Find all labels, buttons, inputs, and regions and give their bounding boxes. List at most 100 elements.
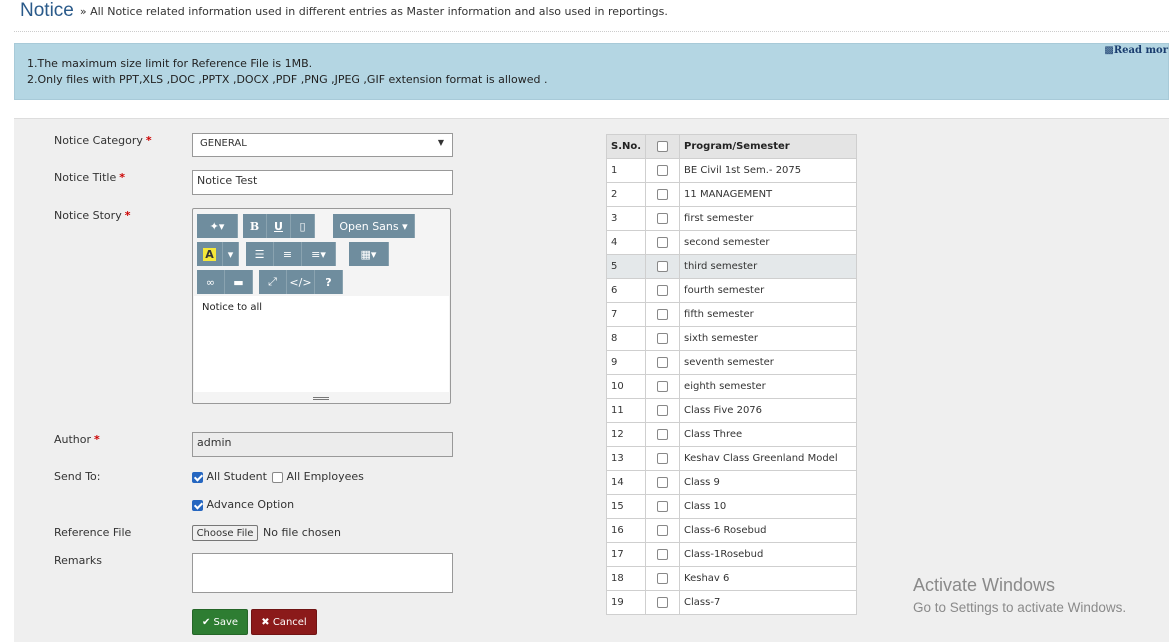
row-checkbox[interactable] [657,572,669,584]
code-view-icon[interactable]: </> [287,270,315,294]
row-checkbox[interactable] [657,380,669,392]
row-select-cell[interactable] [645,350,681,375]
table-icon[interactable]: ▦▾ [349,242,389,266]
magic-wand-icon[interactable]: ✦▾ [197,214,238,238]
row-checkbox[interactable] [657,404,669,416]
paragraph-align-icon[interactable]: ≡▾ [302,242,336,266]
row-select-cell[interactable] [645,206,681,231]
row-select-cell[interactable] [645,590,681,615]
row-select-cell[interactable] [645,542,681,567]
category-select[interactable]: GENERAL ▼ [192,133,453,157]
row-select-cell[interactable] [645,422,681,447]
table-row[interactable]: 9 seventh semester [605,350,857,375]
row-program-name: fourth semester [679,278,857,303]
table-row[interactable]: 5 third semester [605,254,857,279]
row-select-cell[interactable] [645,494,681,519]
link-icon[interactable]: ∞ [197,270,225,294]
all-student-option[interactable]: All Student [192,470,267,483]
row-sn: 6 [605,278,647,303]
text-color-icon[interactable]: A [197,242,223,266]
all-employees-option[interactable]: All Employees [272,470,364,483]
bold-icon[interactable]: B [243,214,267,238]
row-checkbox[interactable] [657,476,669,488]
advance-option-checkbox[interactable] [192,499,203,511]
row-select-cell[interactable] [645,230,681,255]
help-icon[interactable]: ? [315,270,343,294]
fullscreen-icon[interactable]: ⤢ [259,270,287,294]
editor-content-area[interactable]: Notice to all [194,296,449,392]
select-all-header[interactable] [645,134,681,159]
row-select-cell[interactable] [645,398,681,423]
row-checkbox[interactable] [657,428,669,440]
row-checkbox[interactable] [657,188,669,200]
story-label: Notice Story * [54,209,131,222]
table-row[interactable]: 15 Class 10 [605,494,857,519]
row-checkbox[interactable] [657,164,669,176]
table-row[interactable]: 1 BE Civil 1st Sem.- 2075 [605,158,857,183]
table-row[interactable]: 3 first semester [605,206,857,231]
form-panel [14,118,1169,642]
row-select-cell[interactable] [645,326,681,351]
row-select-cell[interactable] [645,158,681,183]
table-row[interactable]: 16 Class-6 Rosebud [605,518,857,543]
row-checkbox[interactable] [657,596,669,608]
table-row[interactable]: 7 fifth semester [605,302,857,327]
table-row[interactable]: 8 sixth semester [605,326,857,351]
row-checkbox[interactable] [657,308,669,320]
row-checkbox[interactable] [657,452,669,464]
table-row[interactable]: 12 Class Three [605,422,857,447]
row-checkbox[interactable] [657,524,669,536]
read-more-link[interactable]: ▩Read mor [1104,45,1168,56]
row-checkbox[interactable] [657,212,669,224]
title-input[interactable]: Notice Test [192,170,453,195]
row-select-cell[interactable] [645,278,681,303]
ordered-list-icon[interactable]: ≡ [274,242,302,266]
required-mark: * [119,171,125,184]
row-select-cell[interactable] [645,182,681,207]
table-row[interactable]: 10 eighth semester [605,374,857,399]
table-row[interactable]: 19 Class-7 [605,590,857,615]
resize-grip-icon[interactable] [313,397,329,400]
row-program-name: Class-7 [679,590,857,615]
row-checkbox[interactable] [657,500,669,512]
row-checkbox[interactable] [657,236,669,248]
color-dropdown-icon[interactable]: ▾ [223,242,239,266]
required-mark: * [124,209,131,222]
table-row[interactable]: 11 Class Five 2076 [605,398,857,423]
all-employees-checkbox[interactable] [272,471,283,483]
remarks-textarea[interactable] [192,553,453,593]
table-row[interactable]: 2 11 MANAGEMENT [605,182,857,207]
select-all-checkbox[interactable] [657,140,669,152]
row-select-cell[interactable] [645,302,681,327]
eraser-icon[interactable]: ▯ [291,214,315,238]
row-select-cell[interactable] [645,446,681,471]
row-select-cell[interactable] [645,518,681,543]
unordered-list-icon[interactable]: ☰ [246,242,274,266]
font-family-dropdown[interactable]: Open Sans ▾ [333,214,415,238]
row-checkbox[interactable] [657,548,669,560]
save-button[interactable]: ✔ Save [192,609,248,635]
table-row[interactable]: 18 Keshav 6 [605,566,857,591]
row-select-cell[interactable] [645,470,681,495]
row-select-cell[interactable] [645,254,681,279]
table-row[interactable]: 4 second semester [605,230,857,255]
table-row[interactable]: 6 fourth semester [605,278,857,303]
row-checkbox[interactable] [657,332,669,344]
rich-text-editor: ✦▾ B U ▯ Open Sans ▾ A ▾ ☰ ≡ ≡▾ ▦▾ ∞ ▬ ⤢… [192,208,451,404]
sn-header: S.No. [605,134,647,159]
row-checkbox[interactable] [657,356,669,368]
advance-option[interactable]: Advance Option [192,498,294,511]
picture-icon[interactable]: ▬ [225,270,253,294]
row-select-cell[interactable] [645,566,681,591]
cancel-button[interactable]: ✖ Cancel [251,609,317,635]
choose-file-button[interactable]: Choose File [192,525,258,541]
row-checkbox[interactable] [657,260,669,272]
table-row[interactable]: 14 Class 9 [605,470,857,495]
all-student-checkbox[interactable] [192,471,203,483]
table-row[interactable]: 13 Keshav Class Greenland Model [605,446,857,471]
table-row[interactable]: 17 Class-1Rosebud [605,542,857,567]
row-select-cell[interactable] [645,374,681,399]
author-input[interactable]: admin [192,432,453,457]
underline-icon[interactable]: U [267,214,291,238]
row-checkbox[interactable] [657,284,669,296]
